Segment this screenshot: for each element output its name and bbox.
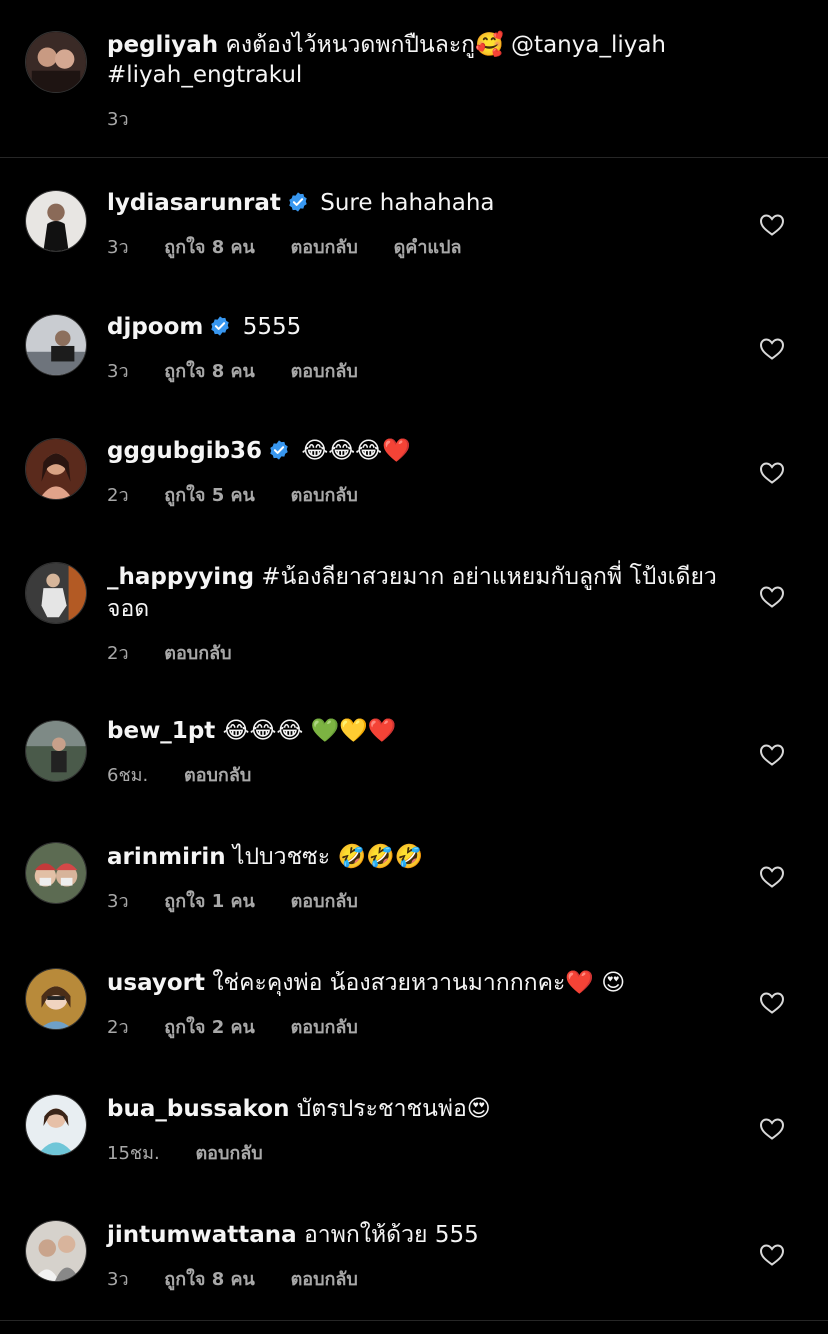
comment-body: 😂😂😂❤️: [301, 438, 411, 464]
avatar[interactable]: [25, 1094, 87, 1156]
avatar[interactable]: [25, 720, 87, 782]
avatar[interactable]: [25, 968, 87, 1030]
comment-meta: 3ว ถูกใจ 8 คน ตอบกลับ: [107, 1264, 388, 1293]
comment-username[interactable]: bua_bussakon: [107, 1096, 289, 1122]
comment-time: 15ชม.: [107, 1143, 160, 1164]
comment-username[interactable]: _happyying: [107, 564, 254, 590]
comment-body: ใช่คะคุงพ่อ น้องสวยหวานมากกกคะ❤️ 😍: [212, 970, 626, 996]
verified-badge-icon: [268, 439, 290, 461]
reply-button[interactable]: ตอบกลับ: [291, 361, 358, 382]
comment-meta: 2ว ถูกใจ 2 คน ตอบกลับ: [107, 1012, 388, 1041]
heart-outline-icon[interactable]: [759, 743, 785, 767]
comment-text: bew_1pt 😂😂😂 💚💛❤️: [107, 715, 727, 747]
reply-button[interactable]: ตอบกลับ: [291, 891, 358, 912]
reply-button[interactable]: ตอบกลับ: [291, 237, 358, 258]
caption-username[interactable]: pegliyah: [107, 32, 218, 58]
likes-count-link[interactable]: ถูกใจ 8 คน: [164, 237, 255, 258]
heart-outline-icon[interactable]: [759, 1243, 785, 1267]
comment-time: 2ว: [107, 1017, 129, 1038]
avatar[interactable]: [25, 1220, 87, 1282]
caption-text: pegliyah คงต้องไว้หนวดพกปืนละกู🥰 @tanya_…: [107, 30, 727, 90]
heart-outline-icon[interactable]: [759, 585, 785, 609]
avatar[interactable]: [25, 842, 87, 904]
comment-username[interactable]: arinmirin: [107, 844, 226, 870]
heart-outline-icon[interactable]: [759, 1117, 785, 1141]
comment-username[interactable]: gggubgib36: [107, 438, 262, 464]
comment-username[interactable]: usayort: [107, 970, 205, 996]
comment-username[interactable]: lydiasarunrat: [107, 190, 281, 216]
post-caption: pegliyah คงต้องไว้หนวดพกปืนละกู🥰 @tanya_…: [0, 0, 828, 158]
comment-text: arinmirin ไปบวชซะ 🤣🤣🤣: [107, 841, 727, 873]
translate-button[interactable]: ดูคำแปล: [394, 237, 462, 258]
comment-body: บัตรประชาชนพ่อ😍: [296, 1096, 491, 1122]
avatar[interactable]: [25, 562, 87, 624]
comment-meta: 2ว ถูกใจ 5 คน ตอบกลับ: [107, 480, 388, 509]
comment-meta: 2ว ตอบกลับ: [107, 638, 262, 667]
comment-meta: 3ว ถูกใจ 1 คน ตอบกลับ: [107, 886, 388, 915]
comment-time: 3ว: [107, 237, 129, 258]
comment-body: 😂😂😂 💚💛❤️: [222, 718, 397, 744]
comment-time: 2ว: [107, 485, 129, 506]
avatar[interactable]: [25, 438, 87, 500]
comment-text: gggubgib36 😂😂😂❤️: [107, 435, 727, 467]
comment-username[interactable]: jintumwattana: [107, 1222, 297, 1248]
likes-count-link[interactable]: ถูกใจ 8 คน: [164, 1269, 255, 1290]
comment-time: 3ว: [107, 891, 129, 912]
comment-text: lydiasarunrat Sure hahahaha: [107, 187, 727, 219]
comment-text: djpoom 5555: [107, 311, 727, 343]
reply-button[interactable]: ตอบกลับ: [291, 1017, 358, 1038]
likes-count-link[interactable]: ถูกใจ 5 คน: [164, 485, 255, 506]
divider: [0, 1320, 828, 1321]
comment-text: usayort ใช่คะคุงพ่อ น้องสวยหวานมากกกคะ❤️…: [107, 967, 727, 999]
comment-username[interactable]: bew_1pt: [107, 718, 215, 744]
avatar[interactable]: [25, 190, 87, 252]
likes-count-link[interactable]: ถูกใจ 2 คน: [164, 1017, 255, 1038]
heart-outline-icon[interactable]: [759, 991, 785, 1015]
reply-button[interactable]: ตอบกลับ: [291, 1269, 358, 1290]
comment-meta: 6ชม. ตอบกลับ: [107, 760, 281, 789]
comment-body: 5555: [242, 314, 302, 340]
likes-count-link[interactable]: ถูกใจ 8 คน: [164, 361, 255, 382]
avatar[interactable]: [25, 314, 87, 376]
comment-meta: 15ชม. ตอบกลับ: [107, 1138, 293, 1167]
caption-time: 3ว: [107, 109, 129, 130]
comment-body: อาพกให้ด้วย 555: [303, 1222, 479, 1248]
comment-time: 2ว: [107, 643, 129, 664]
comment-body: Sure hahahaha: [320, 190, 495, 216]
comment-username[interactable]: djpoom: [107, 314, 203, 340]
comment-meta: 3ว ถูกใจ 8 คน ตอบกลับ ดูคำแปล: [107, 232, 492, 261]
comment-body: ไปบวชซะ 🤣🤣🤣: [232, 844, 424, 870]
comment-text: _happyying #น้องลียาสวยมาก อย่าแหยมกับลู…: [107, 561, 727, 625]
reply-button[interactable]: ตอบกลับ: [291, 485, 358, 506]
comment-text: jintumwattana อาพกให้ด้วย 555: [107, 1219, 727, 1251]
comment-meta: 3ว ถูกใจ 8 คน ตอบกลับ: [107, 356, 388, 385]
verified-badge-icon: [287, 191, 309, 213]
reply-button[interactable]: ตอบกลับ: [164, 643, 231, 664]
reply-button[interactable]: ตอบกลับ: [184, 765, 251, 786]
reply-button[interactable]: ตอบกลับ: [195, 1143, 262, 1164]
comment-text: bua_bussakon บัตรประชาชนพ่อ😍: [107, 1093, 727, 1125]
comment-time: 3ว: [107, 361, 129, 382]
heart-outline-icon[interactable]: [759, 865, 785, 889]
comment-time: 6ชม.: [107, 765, 149, 786]
likes-count-link[interactable]: ถูกใจ 1 คน: [164, 891, 255, 912]
avatar[interactable]: [25, 31, 87, 93]
heart-outline-icon[interactable]: [759, 213, 785, 237]
heart-outline-icon[interactable]: [759, 337, 785, 361]
verified-badge-icon: [209, 315, 231, 337]
heart-outline-icon[interactable]: [759, 461, 785, 485]
comment-time: 3ว: [107, 1269, 129, 1290]
